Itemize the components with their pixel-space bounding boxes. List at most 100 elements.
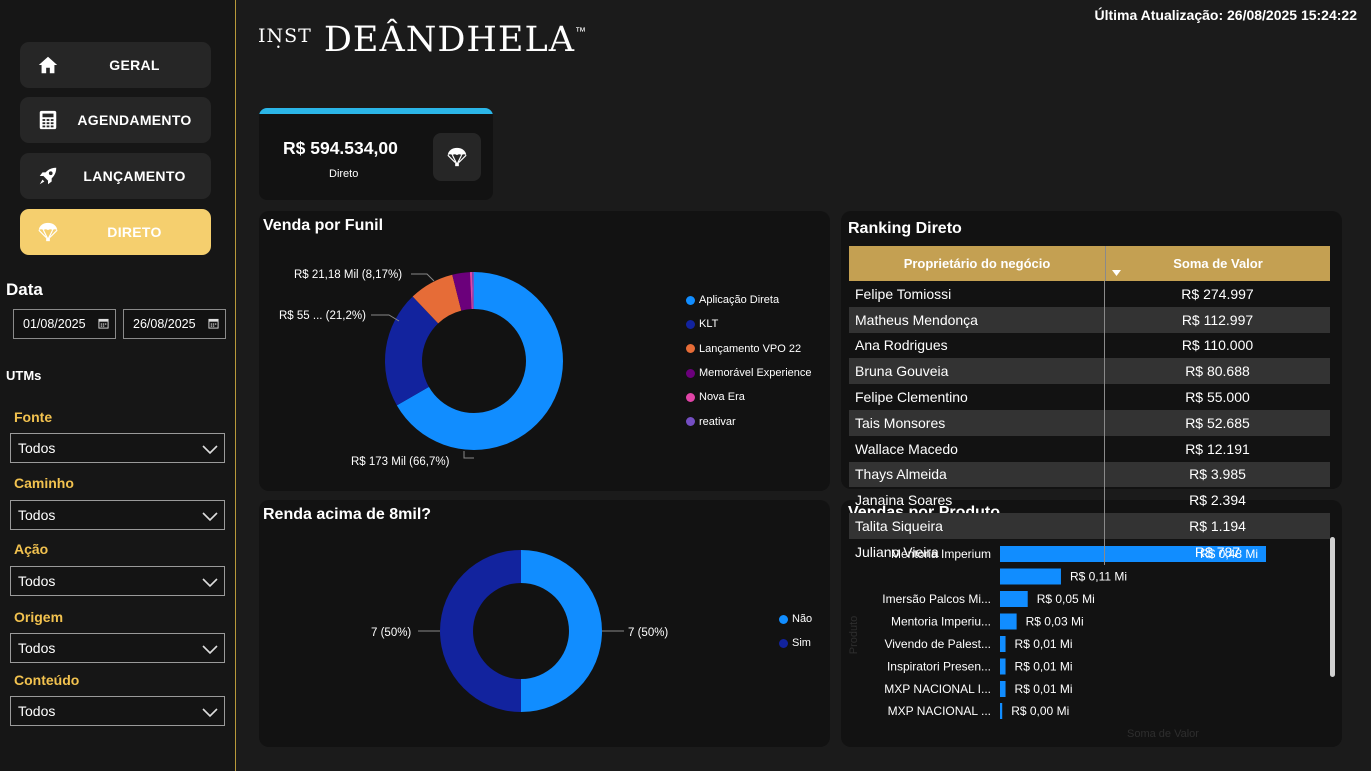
date-end-value: 26/08/2025 [133, 317, 196, 331]
nav-button-direto[interactable]: DIRETO [20, 209, 211, 255]
brand-logo: INST DEÂNDHELA ™ [258, 20, 586, 60]
legend-label: Não [792, 613, 813, 626]
legend-label: Sim [792, 637, 811, 650]
legend-label: reativar [699, 415, 736, 428]
kpi-accent-bar [259, 108, 493, 114]
legend-dot [779, 614, 788, 624]
value-cell: R$ 1.194 [1189, 518, 1246, 535]
nav-button-agendamento[interactable]: AGENDAMENTO [20, 97, 211, 143]
calendar-icon[interactable] [208, 318, 219, 332]
calculator-icon [20, 109, 76, 131]
leader-line [463, 451, 474, 459]
legend-item[interactable]: reativar [686, 409, 812, 433]
legend-item[interactable]: Memorável Experience [686, 361, 812, 385]
last-update-text: Última Atualização: 26/08/2025 15:24:22 [1094, 7, 1357, 23]
scrollbar[interactable] [1330, 537, 1335, 677]
legend-item[interactable]: Nova Era [686, 385, 812, 409]
table-row[interactable]: Tais Monsores R$ 52.685 [849, 409, 1330, 436]
data-label: R$ 0,00 Mi [1011, 704, 1069, 718]
legend-item[interactable]: Aplicação Direta [686, 288, 812, 312]
ranking-panel: Ranking Direto Proprietário do negócio S… [841, 211, 1342, 565]
table-row[interactable]: Thays Almeida R$ 3.985 [849, 461, 1330, 488]
legend-dot [779, 638, 788, 648]
owner-cell: Wallace Macedo [849, 435, 1105, 462]
filter-select-acao[interactable]: Todos [10, 566, 225, 596]
owner-cell: Felipe Tomiossi [849, 281, 1105, 307]
value-cell: R$ 12.191 [1185, 440, 1250, 457]
date-end-input[interactable]: 26/08/2025 [123, 309, 226, 339]
legend-label: Lançamento VPO 22 [699, 342, 802, 355]
table-row[interactable]: Wallace Macedo R$ 12.191 [849, 435, 1330, 462]
table-row[interactable]: Talita Siqueira R$ 1.194 [849, 513, 1330, 539]
filter-select-conteudo[interactable]: Todos [10, 696, 225, 726]
income-donut-chart: 7 (50%) 7 (50%) [371, 550, 668, 712]
table-row[interactable]: Matheus Mendonça R$ 112.997 [849, 306, 1330, 333]
table-row[interactable]: Bruna Gouveia R$ 80.688 [849, 358, 1330, 385]
value-cell: R$ 787 [1194, 543, 1241, 560]
owner-cell: Thays Almeida [849, 461, 1105, 488]
owner-cell: Ana Rodrigues [849, 332, 1105, 359]
filter-label-origem: Origem [14, 609, 64, 625]
table-row[interactable]: Juliano Vieira R$ 787 [849, 538, 1330, 565]
legend-item[interactable]: Não [779, 607, 812, 631]
data-label: R$ 0,01 Mi [1015, 637, 1073, 651]
bar[interactable] [1000, 636, 1006, 652]
bar[interactable] [1000, 591, 1028, 607]
funnel-legend: Aplicação Direta KLT Lançamento VPO 22 Memo… [686, 288, 812, 434]
table-row[interactable]: Janaina Soares R$ 2.394 [849, 487, 1330, 514]
data-label: 7 (50%) [371, 627, 411, 639]
table-row[interactable]: Ana Rodrigues R$ 110.000 [849, 332, 1330, 359]
donut-slice[interactable] [440, 550, 521, 712]
data-label: 7 (50%) [628, 627, 668, 639]
bar[interactable] [1000, 568, 1061, 585]
table-row[interactable]: Felipe Tomiossi R$ 274.997 [849, 281, 1330, 307]
filter-select-caminho[interactable]: Todos [10, 500, 225, 530]
owner-cell: Bruna Gouveia [849, 358, 1105, 385]
kpi-card: R$ 594.534,00 Direto [259, 108, 493, 200]
legend-item[interactable]: Lançamento VPO 22 [686, 337, 812, 361]
legend-dot [686, 368, 695, 378]
filter-value: Todos [18, 507, 56, 523]
date-start-input[interactable]: 01/08/2025 [13, 309, 116, 339]
nav-label: GERAL [109, 57, 160, 73]
legend-dot [686, 417, 695, 427]
value-cell: R$ 274.997 [1181, 285, 1254, 302]
chevron-down-icon [202, 642, 218, 658]
data-label: R$ 173 Mil (66,7%) [351, 456, 450, 468]
table-row[interactable]: Felipe Clementino R$ 55.000 [849, 384, 1330, 410]
legend-label: Memorável Experience [699, 367, 812, 380]
bar[interactable] [1000, 681, 1006, 697]
bar[interactable] [1000, 658, 1006, 675]
legend-dot [686, 392, 695, 402]
data-label: R$ 0,01 Mi [1015, 660, 1073, 674]
filter-select-origem[interactable]: Todos [10, 633, 225, 663]
column-header-value[interactable]: Soma de Valor [1105, 246, 1330, 281]
value-cell: R$ 2.394 [1189, 492, 1246, 509]
bar[interactable] [1000, 703, 1003, 719]
filter-label-conteudo: Conteúdo [14, 672, 80, 688]
panel-title: Ranking Direto [848, 220, 962, 237]
bar[interactable] [1000, 613, 1017, 630]
calendar-icon[interactable] [98, 318, 109, 332]
data-label: R$ 0,05 Mi [1037, 592, 1095, 606]
ranking-table: Proprietário do negócio Soma de Valor Fe… [849, 246, 1330, 565]
data-label: R$ 0,03 Mi [1026, 615, 1084, 629]
filter-value: Todos [18, 703, 56, 719]
legend-item[interactable]: Sim [779, 631, 812, 655]
data-label: R$ 0,01 Mi [1015, 682, 1073, 696]
filter-label-fonte: Fonte [14, 409, 53, 425]
nav-label: AGENDAMENTO [77, 112, 192, 128]
filter-value: Todos [18, 440, 56, 456]
chevron-down-icon [202, 509, 218, 525]
legend-item[interactable]: KLT [686, 312, 812, 336]
logo-trademark: ™ [575, 26, 586, 38]
kpi-value: R$ 594.534,00 [283, 138, 398, 158]
leader-line [371, 314, 400, 322]
donut-slice[interactable] [521, 550, 602, 712]
tick-label: MXP NACIONAL I... [884, 682, 991, 696]
column-header-owner[interactable]: Proprietário do negócio [849, 246, 1105, 281]
nav-button-geral[interactable]: GERAL [20, 42, 211, 88]
nav-label: LANÇAMENTO [83, 168, 186, 184]
filter-select-fonte[interactable]: Todos [10, 433, 225, 463]
nav-button-lancamento[interactable]: LANÇAMENTO [20, 153, 211, 199]
